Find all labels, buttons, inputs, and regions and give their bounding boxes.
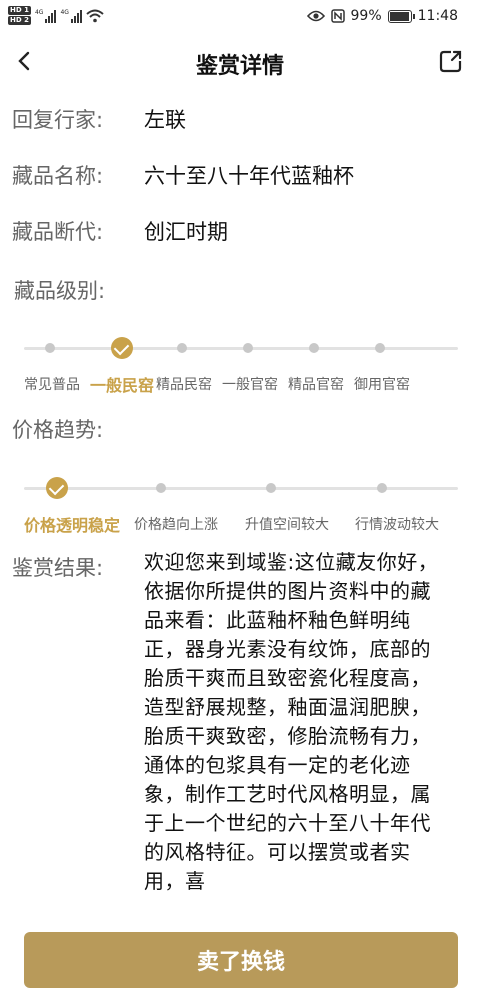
status-right: 99% 11:48 [306, 8, 458, 24]
wifi-icon [86, 9, 104, 22]
net1-label: 4G [34, 8, 44, 16]
level-option-3[interactable]: 一般官窑 [222, 374, 278, 394]
status-bar: HD 1 HD 2 4G 4G 99% 11:48 [0, 0, 480, 34]
era-row: 藏品断代: 创汇时期 [12, 216, 228, 246]
status-left: HD 1 HD 2 4G 4G [8, 6, 104, 25]
level-track [24, 347, 458, 350]
nav-header: 鉴赏详情 [0, 40, 480, 86]
level-label: 藏品级别: [14, 279, 106, 303]
trend-dot-3[interactable] [377, 483, 387, 493]
era-value: 创汇时期 [144, 220, 228, 244]
name-label: 藏品名称: [12, 164, 104, 188]
name-value: 六十至八十年代蓝釉杯 [144, 164, 354, 188]
level-row: 藏品级别: [14, 275, 146, 305]
trend-track [24, 487, 458, 490]
trend-label: 价格趋势: [12, 418, 104, 442]
battery-icon [387, 9, 415, 23]
level-option-1[interactable]: 一般民窑 [90, 372, 154, 396]
trend-option-0[interactable]: 价格透明稳定 [24, 512, 120, 536]
level-dot-5[interactable] [375, 343, 385, 353]
hd2-badge: HD 2 [8, 16, 31, 25]
result-text: 欢迎您来到域鉴:这位藏友你好，依据你所提供的图片资料中的藏品来看：此蓝釉杯釉色鲜… [144, 550, 439, 893]
clock: 11:48 [417, 8, 458, 24]
signal-icon: 4G [34, 8, 57, 23]
level-dot-2[interactable] [177, 343, 187, 353]
signal-icon-2: 4G [60, 8, 82, 23]
level-dot-3[interactable] [243, 343, 253, 353]
trend-option-3[interactable]: 行情波动较大 [355, 514, 439, 534]
name-row: 藏品名称: 六十至八十年代蓝釉杯 [12, 160, 354, 190]
expert-value: 左联 [144, 108, 186, 132]
level-option-2[interactable]: 精品民窑 [156, 374, 212, 394]
expert-row: 回复行家: 左联 [12, 104, 186, 134]
battery-percent: 99% [350, 8, 382, 24]
level-option-4[interactable]: 精品官窑 [288, 374, 344, 394]
level-option-0[interactable]: 常见普品 [24, 374, 80, 394]
level-option-5[interactable]: 御用官窑 [354, 374, 410, 394]
result-label: 鉴赏结果: [12, 556, 104, 580]
expert-label: 回复行家: [12, 108, 104, 132]
trend-option-1[interactable]: 价格趋向上涨 [134, 514, 218, 534]
sim-badges: HD 1 HD 2 [8, 6, 31, 25]
nfc-icon [330, 9, 345, 23]
hd1-badge: HD 1 [8, 6, 31, 15]
eye-icon [306, 10, 325, 22]
level-dot-4[interactable] [309, 343, 319, 353]
sell-button[interactable]: 卖了换钱 [24, 932, 458, 988]
net2-label: 4G [60, 8, 69, 16]
page-title: 鉴赏详情 [195, 54, 284, 79]
era-label: 藏品断代: [12, 220, 104, 244]
trend-row: 价格趋势: [12, 414, 144, 444]
trend-selected-check-icon[interactable] [46, 477, 68, 499]
level-selected-check-icon[interactable] [111, 337, 133, 359]
level-dot-0[interactable] [45, 343, 55, 353]
trend-dot-1[interactable] [156, 483, 166, 493]
share-icon[interactable] [438, 48, 464, 74]
trend-option-2[interactable]: 升值空间较大 [245, 514, 329, 534]
trend-dot-2[interactable] [266, 483, 276, 493]
